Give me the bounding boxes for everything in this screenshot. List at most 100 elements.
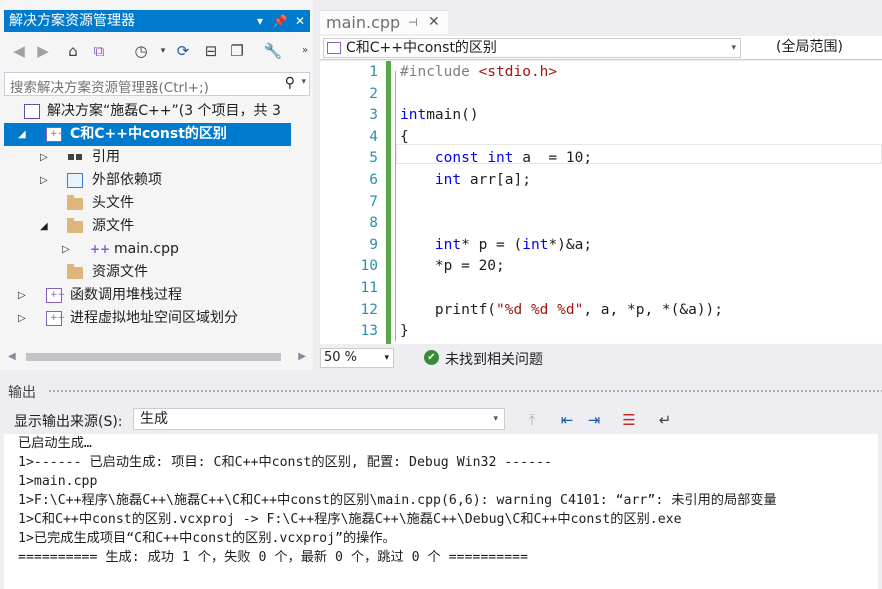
code-line[interactable]: 12 printf("%d %d %d", a, *p, *(&a)); <box>320 300 882 322</box>
code-text: { <box>400 127 409 149</box>
editor-status-bar: 50 % ▾ ✔ 未找到相关问题 <box>320 346 882 370</box>
forward-icon[interactable]: ▶ <box>32 40 54 62</box>
tree-item-header-files[interactable]: 头文件 <box>4 192 310 215</box>
search-options-dropdown-icon[interactable]: ▾ <box>301 77 306 87</box>
code-line[interactable]: 10 *p = 20; <box>320 256 882 278</box>
show-all-files-icon[interactable]: ❐ <box>226 40 248 62</box>
code-text: } <box>400 321 409 343</box>
member-scope-value: (全局范围) <box>776 39 843 55</box>
code-line[interactable]: 6 int arr[a]; <box>320 170 882 192</box>
line-number: 12 <box>360 301 378 318</box>
line-number: 1 <box>369 64 378 80</box>
tree-item-main-cpp[interactable]: ▷ ++ main.cpp <box>4 238 310 261</box>
check-circle-icon: ✔ <box>424 350 439 365</box>
code-text: *p = 20; <box>400 256 505 278</box>
collapsed-arrow-icon[interactable]: ▷ <box>40 146 52 169</box>
code-line[interactable]: 8 <box>320 213 882 235</box>
dropdown-arrow-icon[interactable]: ▾ <box>731 39 736 57</box>
code-text: int arr[a]; <box>400 170 531 192</box>
dropdown-arrow-icon[interactable]: ▾ <box>384 349 389 367</box>
tab-main-cpp[interactable]: main.cpp ⊣ ✕ <box>320 10 448 34</box>
output-text-area[interactable]: 已启动生成… 1>------ 已启动生成: 项目: C和C++中const的区… <box>4 434 878 589</box>
code-line[interactable]: 7 <box>320 192 882 214</box>
line-number: 10 <box>360 258 378 275</box>
issues-status-text[interactable]: 未找到相关问题 <box>445 349 543 369</box>
tree-item-source-files[interactable]: ◢ 源文件 <box>4 215 310 238</box>
code-line[interactable]: 2 <box>320 84 882 106</box>
code-line[interactable]: 4{ <box>320 127 882 149</box>
word-wrap-icon[interactable]: ↵ <box>654 409 676 431</box>
pending-changes-filter-icon[interactable]: ◷ <box>130 40 152 62</box>
references-icon <box>67 150 83 165</box>
tree-item-label: 外部依赖项 <box>92 172 162 188</box>
tree-item-project-call-stack[interactable]: ▷ 函数调用堆栈过程 <box>4 284 310 307</box>
clear-all-icon[interactable]: ☰ <box>618 409 640 431</box>
horizontal-scrollbar[interactable]: ◀ ▶ <box>4 349 310 365</box>
code-line[interactable]: 1 #include <stdio.h> <box>320 62 882 84</box>
zoom-dropdown[interactable]: 50 % ▾ <box>320 348 394 368</box>
code-line[interactable]: 13} <box>320 321 882 343</box>
properties-wrench-icon[interactable]: 🔧 <box>262 40 284 62</box>
collapse-all-icon[interactable]: ⊟ <box>200 40 222 62</box>
output-source-value: 生成 <box>140 411 168 427</box>
pin-tab-icon[interactable]: ⊣ <box>408 11 418 34</box>
cpp-project-icon <box>46 123 65 146</box>
pin-icon[interactable]: 📌 <box>270 10 290 32</box>
code-line[interactable]: 11 <box>320 278 882 300</box>
scrollbar-thumb[interactable] <box>26 353 281 361</box>
output-line: 已启动生成… <box>18 436 92 451</box>
go-to-line-icon[interactable]: ⤒ <box>521 409 543 431</box>
collapsed-arrow-icon[interactable]: ▷ <box>62 238 74 261</box>
expanded-arrow-icon[interactable]: ◢ <box>40 215 52 238</box>
tree-item-solution[interactable]: 解决方案“施磊C++”(3 个项目，共 3 <box>4 100 310 123</box>
home-icon[interactable]: ⌂ <box>62 40 84 62</box>
back-icon[interactable]: ◀ <box>8 40 30 62</box>
search-placeholder: 搜索解决方案资源管理器(Ctrl+;) <box>10 80 209 96</box>
tree-item-project-const[interactable]: ◢ C和C++中const的区别 <box>4 123 291 146</box>
output-line: 1>------ 已启动生成: 项目: C和C++中const的区别, 配置: … <box>18 455 552 470</box>
panel-grip[interactable] <box>48 389 882 394</box>
tree-item-resource-files[interactable]: 资源文件 <box>4 261 310 284</box>
expanded-arrow-icon[interactable]: ◢ <box>18 123 30 146</box>
scroll-right-icon[interactable]: ▶ <box>298 351 306 362</box>
member-scope-dropdown[interactable]: (全局范围) <box>754 38 882 58</box>
dropdown-arrow-icon[interactable]: ▾ <box>250 10 270 32</box>
code-line[interactable]: 5 const int a = 10; <box>320 148 882 170</box>
filter-dropdown-icon[interactable]: ▾ <box>152 40 174 62</box>
dropdown-arrow-icon[interactable]: ▾ <box>493 409 498 429</box>
project-scope-dropdown[interactable]: C和C++中const的区别 ▾ <box>323 38 741 58</box>
tree-item-external-dependencies[interactable]: ▷ 外部依赖项 <box>4 169 310 192</box>
close-icon[interactable]: ✕ <box>290 10 310 32</box>
sync-icon[interactable]: ⟳ <box>172 40 194 62</box>
folder-icon <box>67 195 83 210</box>
line-number: 7 <box>369 193 378 210</box>
tree-item-references[interactable]: ▷ 引用 <box>4 146 310 169</box>
collapsed-arrow-icon[interactable]: ▷ <box>40 169 52 192</box>
previous-message-icon[interactable]: ⇤ <box>556 409 578 431</box>
collapsed-arrow-icon[interactable]: ▷ <box>18 307 30 330</box>
collapsed-arrow-icon[interactable]: ▷ <box>18 284 30 307</box>
output-line: 1>F:\C++程序\施磊C++\施磊C++\C和C++中const的区别\ma… <box>18 493 777 508</box>
cpp-project-icon <box>46 307 65 330</box>
code-area[interactable]: 1 #include <stdio.h> 2 3 intmain() 4{5 const … <box>320 61 882 344</box>
scroll-left-icon[interactable]: ◀ <box>8 351 16 362</box>
more-chevron-icon[interactable]: » <box>294 40 316 62</box>
tree-item-label: 资源文件 <box>92 264 148 280</box>
code-line[interactable]: 9 int* p = (int*)&a; <box>320 235 882 257</box>
external-dependencies-icon <box>67 173 83 188</box>
next-message-icon[interactable]: ⇥ <box>583 409 605 431</box>
switch-views-icon[interactable]: ⧉ <box>88 40 110 62</box>
tree-item-project-virtual-address[interactable]: ▷ 进程虚拟地址空间区域划分 <box>4 307 310 330</box>
output-line: 1>已完成生成项目“C和C++中const的区别.vcxproj”的操作。 <box>18 531 396 546</box>
solution-explorer-title-bar: 解决方案资源管理器 ▾ 📌 ✕ <box>4 10 310 32</box>
tree-item-label: 进程虚拟地址空间区域划分 <box>70 310 238 326</box>
solution-explorer-search-input[interactable]: 搜索解决方案资源管理器(Ctrl+;) ⚲ ▾ <box>4 72 310 96</box>
search-icon[interactable]: ⚲ <box>285 75 295 91</box>
code-line[interactable]: 3 intmain() <box>320 105 882 127</box>
close-tab-icon[interactable]: ✕ <box>428 11 440 34</box>
output-source-dropdown[interactable]: 生成 ▾ <box>133 408 505 430</box>
line-number: 6 <box>369 172 378 188</box>
tree-item-label: 函数调用堆栈过程 <box>70 287 182 303</box>
